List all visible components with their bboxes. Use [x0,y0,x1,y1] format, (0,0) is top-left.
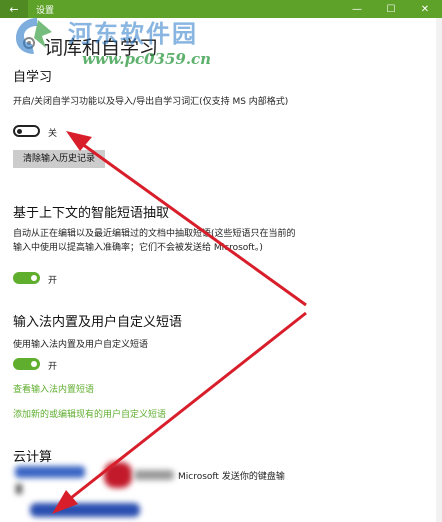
back-arrow-icon: ← [9,2,19,16]
maximize-button[interactable]: ☐ [374,0,408,18]
context-phrases-toggle[interactable] [13,272,40,284]
self-learning-description: 开启/关闭自学习功能以及导入/导出自学习词汇(仅支持 MS 内部格式) [13,97,289,107]
context-phrases-toggle-label: 开 [48,276,58,286]
close-icon: ✕ [420,3,430,15]
view-builtin-phrases-link[interactable]: 查看输入法内置短语 [13,382,94,395]
window-controls: — ☐ ✕ [340,0,442,18]
self-learning-toggle-label: 关 [48,129,58,139]
section-title-context-phrases: 基于上下文的智能短语抽取 [13,206,170,221]
minimize-icon: — [352,3,362,15]
close-button[interactable]: ✕ [408,0,442,18]
clear-input-history-button[interactable]: 清除输入历史记录 [13,150,105,168]
section-title-self-learning: 自学习 [13,70,53,85]
toggle-knob [31,275,37,281]
context-phrases-description: 自动从正在编辑以及最近编辑过的文档中抽取短语(这些短语只在当前的输入中使用以提高… [13,229,296,253]
title-bar: ← 设置 — ☐ ✕ [0,0,442,18]
builtin-phrases-toggle-label: 开 [48,362,58,372]
page-title: 词库和自学习 [44,37,159,59]
annotation-arrows [52,131,307,514]
self-learning-toggle[interactable] [13,125,40,137]
arrowhead-icon [66,131,92,151]
builtin-phrases-description: 使用输入法内置及用户自定义短语 [13,340,149,350]
gear-icon [23,37,35,49]
minimize-button[interactable]: — [340,0,374,18]
toggle-knob [31,361,37,367]
blurred-text [16,484,22,494]
builtin-phrases-toggle[interactable] [13,358,40,370]
section-title-cloud: 云计算 [13,450,53,465]
blurred-text [134,470,174,480]
blurred-toggle [30,503,140,517]
edit-user-phrases-link[interactable]: 添加新的或编辑现有的用户自定义短语 [13,407,166,420]
window-title: 设置 [36,5,55,16]
scrollbar[interactable] [436,18,442,522]
arrow-to-self-learning-toggle [77,139,307,307]
cloud-description: Microsoft 发送你的键盘输 [178,472,285,482]
blurred-mark [104,462,132,488]
blurred-text [15,466,85,478]
back-button[interactable]: ← [0,0,28,18]
toggle-knob [17,129,22,134]
maximize-icon: ☐ [386,3,396,15]
section-title-builtin-phrases: 输入法内置及用户自定义短语 [13,315,183,330]
settings-window: ← 设置 — ☐ ✕ 词库和自学习 自学习 开启/关闭自学习功能以及导入/导出自… [0,0,442,522]
